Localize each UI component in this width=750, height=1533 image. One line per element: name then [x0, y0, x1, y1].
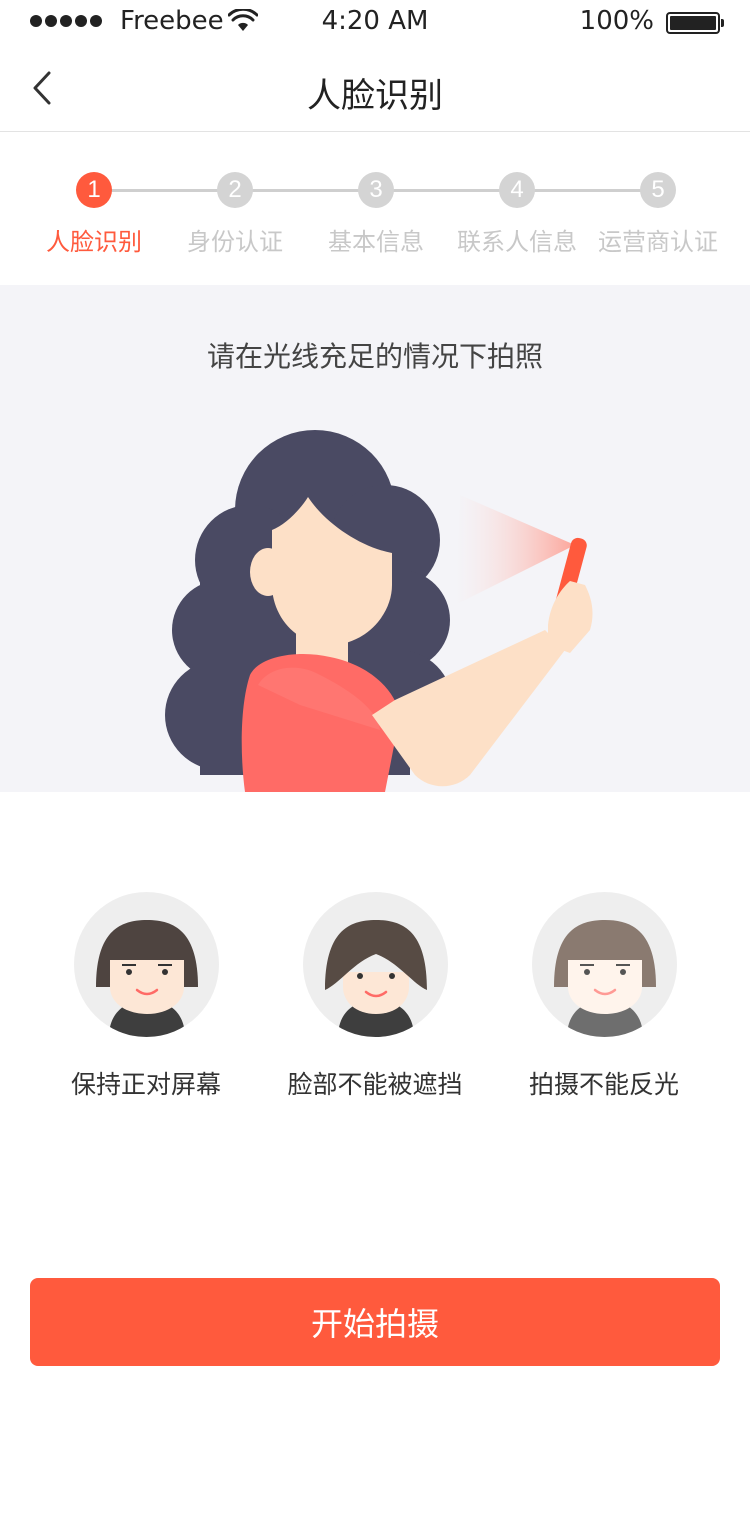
step-label: 联系人信息 — [457, 228, 577, 256]
step-label: 基本信息 — [328, 228, 424, 256]
step-2: 2 身份认证 — [165, 172, 305, 257]
step-5: 5 运营商认证 — [588, 172, 728, 257]
step-label: 人脸识别 — [46, 228, 142, 256]
step-1: 1 人脸识别 — [24, 172, 164, 257]
step-number-badge: 3 — [358, 172, 394, 208]
step-number-badge: 2 — [217, 172, 253, 208]
tip-label: 拍摄不能反光 — [528, 1070, 679, 1099]
avatar — [531, 892, 677, 1037]
face-glare-icon — [553, 920, 656, 1037]
tip-label: 保持正对屏幕 — [70, 1070, 221, 1099]
step-number-badge: 4 — [499, 172, 535, 208]
woman-selfie-illustration — [165, 430, 593, 792]
nav-bar: 人脸识别 — [0, 44, 750, 132]
step-label: 身份认证 — [187, 228, 283, 256]
step-label: 运营商认证 — [598, 228, 718, 256]
avatar — [73, 892, 219, 1037]
battery-icon — [666, 12, 724, 34]
start-capture-button[interactable]: 开始拍摄 — [30, 1278, 720, 1366]
step-number-badge: 1 — [76, 172, 112, 208]
step-number-badge: 5 — [640, 172, 676, 208]
tip-no-glare: 拍摄不能反光 — [494, 892, 714, 1101]
avatar — [302, 892, 448, 1037]
step-3: 3 基本信息 — [306, 172, 446, 257]
progress-steps: 1 人脸识别 2 身份认证 3 基本信息 4 联系人信息 5 运营商认证 — [0, 132, 750, 285]
battery-percent: 100% — [579, 6, 654, 36]
face-covered-icon — [324, 920, 427, 1037]
tip-face-screen: 保持正对屏幕 — [36, 892, 256, 1101]
tip-no-cover: 脸部不能被遮挡 — [265, 892, 485, 1101]
status-bar: Freebee 4:20 AM 100% — [0, 0, 750, 44]
tip-label: 脸部不能被遮挡 — [287, 1070, 463, 1099]
hero-illustration-panel: 请在光线充足的情况下拍照 — [0, 285, 750, 792]
step-4: 4 联系人信息 — [447, 172, 587, 257]
page-title: 人脸识别 — [307, 76, 443, 116]
face-front-icon — [95, 920, 198, 1037]
